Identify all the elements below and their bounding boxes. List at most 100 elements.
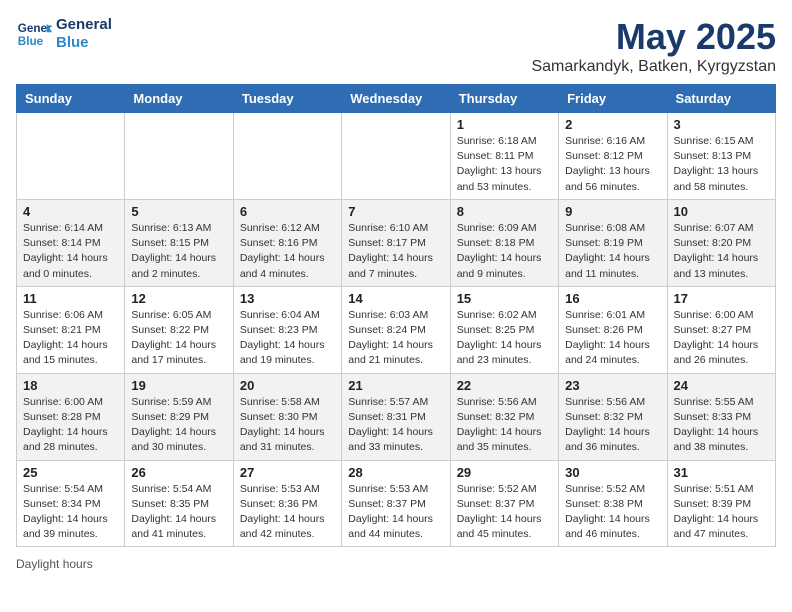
day-info: Sunrise: 5:56 AMSunset: 8:32 PMDaylight:…	[565, 395, 660, 456]
day-cell	[342, 113, 450, 200]
day-number: 22	[457, 378, 552, 393]
page-header: General Blue General Blue May 2025 Samar…	[16, 16, 776, 76]
day-info: Sunrise: 5:52 AMSunset: 8:38 PMDaylight:…	[565, 482, 660, 543]
day-cell: 24 Sunrise: 5:55 AMSunset: 8:33 PMDayligh…	[667, 373, 775, 460]
col-header-wednesday: Wednesday	[342, 85, 450, 113]
day-info: Sunrise: 6:10 AMSunset: 8:17 PMDaylight:…	[348, 221, 443, 282]
day-cell: 6 Sunrise: 6:12 AMSunset: 8:16 PMDaylight…	[233, 199, 341, 286]
day-cell: 10 Sunrise: 6:07 AMSunset: 8:20 PMDayligh…	[667, 199, 775, 286]
day-cell: 29 Sunrise: 5:52 AMSunset: 8:37 PMDayligh…	[450, 460, 558, 547]
footer: Daylight hours	[16, 557, 776, 571]
logo-blue: Blue	[56, 34, 112, 52]
day-number: 15	[457, 291, 552, 306]
day-number: 7	[348, 204, 443, 219]
logo-icon: General Blue	[16, 16, 52, 52]
daylight-hours-label: Daylight hours	[16, 557, 93, 571]
day-cell: 4 Sunrise: 6:14 AMSunset: 8:14 PMDaylight…	[17, 199, 125, 286]
day-info: Sunrise: 6:03 AMSunset: 8:24 PMDaylight:…	[348, 308, 443, 369]
day-number: 1	[457, 117, 552, 132]
col-header-thursday: Thursday	[450, 85, 558, 113]
day-cell: 1Sunrise: 6:18 AMSunset: 8:11 PMDaylight…	[450, 113, 558, 200]
day-info: Sunrise: 6:00 AMSunset: 8:28 PMDaylight:…	[23, 395, 118, 456]
day-info: Sunrise: 5:54 AMSunset: 8:34 PMDaylight:…	[23, 482, 118, 543]
col-header-monday: Monday	[125, 85, 233, 113]
day-info: Sunrise: 6:07 AMSunset: 8:20 PMDaylight:…	[674, 221, 769, 282]
day-cell: 21 Sunrise: 5:57 AMSunset: 8:31 PMDayligh…	[342, 373, 450, 460]
day-info: Sunrise: 5:52 AMSunset: 8:37 PMDaylight:…	[457, 482, 552, 543]
title-block: May 2025 Samarkandyk, Batken, Kyrgyzstan	[531, 16, 776, 76]
day-number: 25	[23, 465, 118, 480]
day-number: 12	[131, 291, 226, 306]
day-number: 23	[565, 378, 660, 393]
calendar-header-row: SundayMondayTuesdayWednesdayThursdayFrid…	[17, 85, 776, 113]
day-info: Sunrise: 5:51 AMSunset: 8:39 PMDaylight:…	[674, 482, 769, 543]
day-cell: 18Sunrise: 6:00 AMSunset: 8:28 PMDayligh…	[17, 373, 125, 460]
day-info: Sunrise: 6:01 AMSunset: 8:26 PMDaylight:…	[565, 308, 660, 369]
day-cell: 14 Sunrise: 6:03 AMSunset: 8:24 PMDayligh…	[342, 286, 450, 373]
day-number: 31	[674, 465, 769, 480]
day-info: Sunrise: 6:05 AMSunset: 8:22 PMDaylight:…	[131, 308, 226, 369]
day-cell: 5Sunrise: 6:13 AMSunset: 8:15 PMDaylight…	[125, 199, 233, 286]
day-cell: 26 Sunrise: 5:54 AMSunset: 8:35 PMDayligh…	[125, 460, 233, 547]
day-number: 27	[240, 465, 335, 480]
col-header-friday: Friday	[559, 85, 667, 113]
day-number: 2	[565, 117, 660, 132]
day-info: Sunrise: 6:04 AMSunset: 8:23 PMDaylight:…	[240, 308, 335, 369]
day-number: 16	[565, 291, 660, 306]
day-number: 21	[348, 378, 443, 393]
day-cell: 27 Sunrise: 5:53 AMSunset: 8:36 PMDayligh…	[233, 460, 341, 547]
location-title: Samarkandyk, Batken, Kyrgyzstan	[531, 58, 776, 76]
week-row-2: 4 Sunrise: 6:14 AMSunset: 8:14 PMDaylight…	[17, 199, 776, 286]
day-cell: 13 Sunrise: 6:04 AMSunset: 8:23 PMDayligh…	[233, 286, 341, 373]
day-number: 20	[240, 378, 335, 393]
day-number: 28	[348, 465, 443, 480]
day-cell: 25 Sunrise: 5:54 AMSunset: 8:34 PMDayligh…	[17, 460, 125, 547]
day-cell: 20 Sunrise: 5:58 AMSunset: 8:30 PMDayligh…	[233, 373, 341, 460]
day-number: 9	[565, 204, 660, 219]
day-cell	[125, 113, 233, 200]
day-info: Sunrise: 6:15 AMSunset: 8:13 PMDaylight:…	[674, 134, 769, 195]
day-cell: 19Sunrise: 5:59 AMSunset: 8:29 PMDayligh…	[125, 373, 233, 460]
day-info: Sunrise: 5:57 AMSunset: 8:31 PMDaylight:…	[348, 395, 443, 456]
day-info: Sunrise: 6:14 AMSunset: 8:14 PMDaylight:…	[23, 221, 118, 282]
day-number: 14	[348, 291, 443, 306]
week-row-1: 1Sunrise: 6:18 AMSunset: 8:11 PMDaylight…	[17, 113, 776, 200]
day-info: Sunrise: 5:58 AMSunset: 8:30 PMDaylight:…	[240, 395, 335, 456]
day-info: Sunrise: 5:54 AMSunset: 8:35 PMDaylight:…	[131, 482, 226, 543]
day-number: 6	[240, 204, 335, 219]
day-cell	[233, 113, 341, 200]
day-cell: 7 Sunrise: 6:10 AMSunset: 8:17 PMDaylight…	[342, 199, 450, 286]
day-info: Sunrise: 6:09 AMSunset: 8:18 PMDaylight:…	[457, 221, 552, 282]
day-info: Sunrise: 5:53 AMSunset: 8:36 PMDaylight:…	[240, 482, 335, 543]
day-info: Sunrise: 6:02 AMSunset: 8:25 PMDaylight:…	[457, 308, 552, 369]
logo-general: General	[56, 16, 112, 34]
day-cell: 8 Sunrise: 6:09 AMSunset: 8:18 PMDaylight…	[450, 199, 558, 286]
week-row-4: 18Sunrise: 6:00 AMSunset: 8:28 PMDayligh…	[17, 373, 776, 460]
day-info: Sunrise: 6:00 AMSunset: 8:27 PMDaylight:…	[674, 308, 769, 369]
day-number: 13	[240, 291, 335, 306]
week-row-3: 11Sunrise: 6:06 AMSunset: 8:21 PMDayligh…	[17, 286, 776, 373]
day-number: 26	[131, 465, 226, 480]
day-cell: 17 Sunrise: 6:00 AMSunset: 8:27 PMDayligh…	[667, 286, 775, 373]
svg-text:Blue: Blue	[18, 35, 44, 48]
day-info: Sunrise: 5:53 AMSunset: 8:37 PMDaylight:…	[348, 482, 443, 543]
day-cell: 22 Sunrise: 5:56 AMSunset: 8:32 PMDayligh…	[450, 373, 558, 460]
day-info: Sunrise: 6:12 AMSunset: 8:16 PMDaylight:…	[240, 221, 335, 282]
day-number: 24	[674, 378, 769, 393]
day-number: 3	[674, 117, 769, 132]
day-number: 8	[457, 204, 552, 219]
day-cell	[17, 113, 125, 200]
col-header-saturday: Saturday	[667, 85, 775, 113]
day-number: 30	[565, 465, 660, 480]
day-cell: 16 Sunrise: 6:01 AMSunset: 8:26 PMDayligh…	[559, 286, 667, 373]
day-number: 29	[457, 465, 552, 480]
day-cell: 11Sunrise: 6:06 AMSunset: 8:21 PMDayligh…	[17, 286, 125, 373]
day-info: Sunrise: 5:55 AMSunset: 8:33 PMDaylight:…	[674, 395, 769, 456]
day-number: 4	[23, 204, 118, 219]
week-row-5: 25 Sunrise: 5:54 AMSunset: 8:34 PMDayligh…	[17, 460, 776, 547]
day-number: 17	[674, 291, 769, 306]
day-info: Sunrise: 5:59 AMSunset: 8:29 PMDaylight:…	[131, 395, 226, 456]
day-number: 10	[674, 204, 769, 219]
day-info: Sunrise: 5:56 AMSunset: 8:32 PMDaylight:…	[457, 395, 552, 456]
day-cell: 2Sunrise: 6:16 AMSunset: 8:12 PMDaylight…	[559, 113, 667, 200]
